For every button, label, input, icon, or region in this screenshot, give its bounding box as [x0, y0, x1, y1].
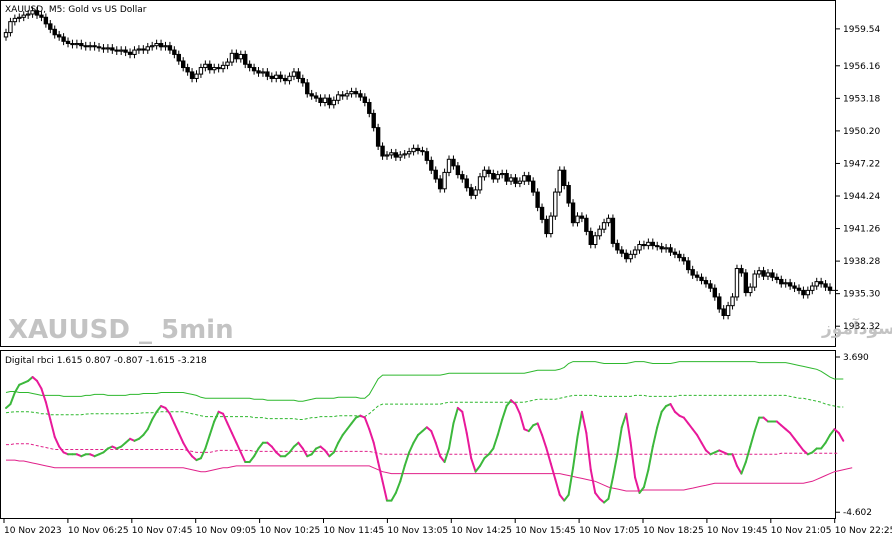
watermark-left: XAUUSD _ 5min: [8, 315, 234, 345]
candle: [566, 181, 571, 207]
time-tick-label: 10 Nov 06:25: [68, 526, 129, 536]
price-tick-label: 1950.20: [843, 127, 880, 137]
price-tick-label: 1938.28: [843, 257, 880, 267]
candle: [610, 214, 616, 248]
time-tick-label: 10 Nov 18:25: [643, 526, 704, 536]
chart-root: XAUUSD _ 5min انتشار در سایت سودآموز XAU…: [0, 0, 892, 536]
time-tick-label: 10 Nov 11:45: [324, 526, 385, 536]
candle: [548, 212, 554, 238]
oscillator-down-segment: [837, 432, 845, 442]
time-tick-label: 10 Nov 21:05: [771, 526, 832, 536]
time-tick-label: 10 Nov 22:25: [835, 526, 892, 536]
time-tick-label: 10 Nov 19:45: [707, 526, 768, 536]
price-tick-label: 1959.54: [843, 25, 880, 35]
time-tick-label: 10 Nov 17:05: [579, 526, 640, 536]
price-tick-label: 1944.24: [843, 192, 880, 202]
price-tick-label: 1941.26: [843, 225, 880, 235]
time-tick-label: 10 Nov 07:45: [132, 526, 193, 536]
candle: [535, 188, 540, 212]
price-axis: 1959.54 1956.16 1953.18 1950.20 1947.22 1944.…: [836, 25, 880, 332]
candle: [734, 264, 740, 301]
candle: [557, 166, 562, 196]
indicator-label: Digital rbci 1.615 0.807 -0.807 -1.615 -…: [5, 356, 207, 366]
price-tick-label: 1932.32: [843, 322, 880, 332]
time-tick-label: 10 Nov 09:05: [196, 526, 257, 536]
candle: [442, 168, 447, 193]
price-tick-label: 1935.30: [843, 290, 880, 300]
time-axis: 10 Nov 2023 10 Nov 06:25 10 Nov 07:45 10 No…: [3, 519, 892, 536]
indicator-tick-label: -4.602: [843, 508, 872, 518]
candle: [561, 166, 567, 190]
indicator-tick-label: 3.690: [843, 353, 869, 363]
price-tick-label: 1956.16: [843, 62, 880, 72]
candle: [375, 123, 381, 151]
candle: [553, 188, 558, 220]
time-tick-label: 10 Nov 2023: [4, 526, 62, 536]
candle: [570, 199, 576, 227]
candle: [743, 269, 749, 297]
chart-title: XAUUSD, M5: Gold vs US Dollar: [5, 5, 147, 15]
time-tick-label: 10 Nov 13:05: [387, 526, 448, 536]
time-tick-label: 10 Nov 15:45: [515, 526, 576, 536]
price-tick-label: 1947.22: [843, 159, 880, 169]
time-tick-label: 10 Nov 14:25: [451, 526, 512, 536]
time-tick-label: 10 Nov 10:25: [260, 526, 321, 536]
price-tick-label: 1953.18: [843, 94, 880, 104]
